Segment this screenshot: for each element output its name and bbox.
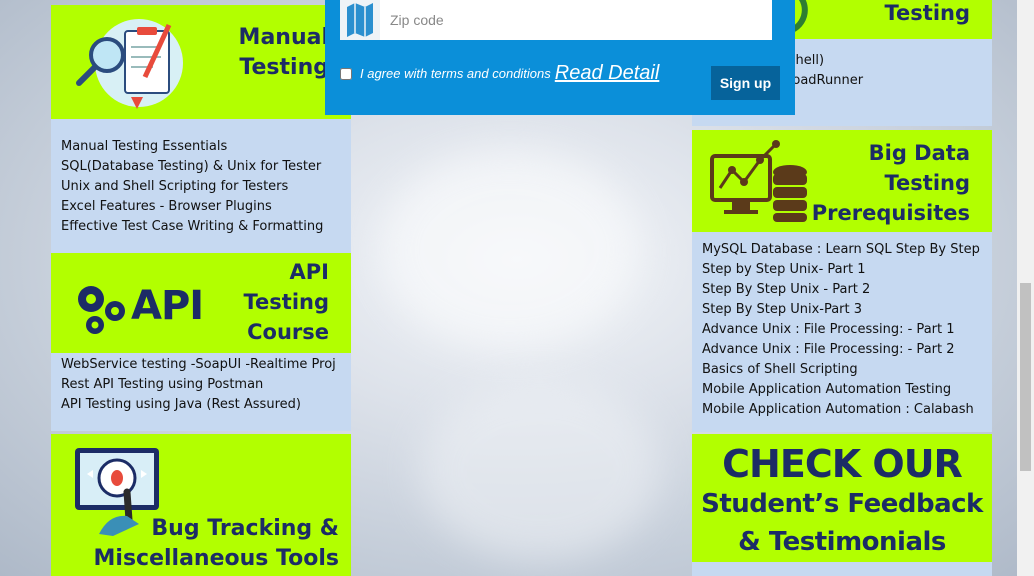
list-item[interactable]: WebService testing -SoapUI -Realtime Pro… bbox=[61, 355, 341, 375]
title-line: Bug Tracking & bbox=[151, 516, 339, 541]
big-data-list: MySQL Database : Learn SQL Step By Step … bbox=[692, 232, 992, 432]
list-item[interactable]: Mobile Application Automation Testing bbox=[702, 380, 982, 400]
performance-testing-title: Testing bbox=[884, 1, 971, 25]
manual-testing-banner[interactable]: Manual Testing bbox=[51, 5, 351, 119]
terms-label: I agree with terms and conditions bbox=[360, 66, 551, 81]
list-item[interactable]: Mobile Application Automation : Calabash bbox=[702, 400, 982, 420]
bug-tracking-title: Bug Tracking & Miscellaneous Tools bbox=[94, 514, 339, 574]
list-item[interactable]: Step by Step Unix- Part 1 bbox=[702, 260, 982, 280]
list-item[interactable]: Advance Unix : File Processing: - Part 2 bbox=[702, 340, 982, 360]
list-item[interactable]: Rest API Testing using Postman bbox=[61, 375, 341, 395]
signup-popup: I agree with terms and conditions Read D… bbox=[325, 0, 795, 115]
title-line: Prerequisites bbox=[811, 201, 970, 225]
title-line: Miscellaneous Tools bbox=[93, 546, 339, 571]
read-detail-link[interactable]: Read Detail bbox=[555, 62, 660, 85]
manual-testing-list: Manual Testing Essentials SQL(Database T… bbox=[51, 119, 351, 253]
api-testing-title: API Testing Course bbox=[244, 257, 330, 347]
api-testing-list: WebService testing -SoapUI -Realtime Pro… bbox=[51, 353, 351, 431]
title-line: Manual bbox=[238, 25, 329, 50]
feedback-list bbox=[692, 562, 992, 576]
title-line: Testing bbox=[884, 171, 971, 195]
title-line: Testing bbox=[239, 55, 329, 80]
list-item[interactable]: Unix and Shell Scripting for Testers bbox=[61, 177, 341, 197]
api-logo-text: API bbox=[131, 283, 204, 329]
list-item[interactable]: Advance Unix : File Processing: - Part 1 bbox=[702, 320, 982, 340]
terms-row: I agree with terms and conditions Read D… bbox=[340, 62, 659, 85]
page-scrollbar[interactable] bbox=[1017, 0, 1034, 576]
gears-icon bbox=[73, 279, 133, 337]
title-line: Course bbox=[247, 320, 329, 344]
big-data-title: Big Data Testing Prerequisites bbox=[812, 138, 970, 228]
background-cloud bbox=[380, 150, 640, 350]
background-cloud bbox=[420, 380, 660, 560]
list-item[interactable]: Basics of Shell Scripting bbox=[702, 360, 982, 380]
terms-checkbox[interactable] bbox=[340, 67, 352, 80]
sign-up-button[interactable]: Sign up bbox=[711, 66, 780, 100]
scrollbar-thumb[interactable] bbox=[1020, 283, 1031, 471]
list-item[interactable]: Step By Step Unix-Part 3 bbox=[702, 300, 982, 320]
feedback-line-3: & Testimonials bbox=[738, 527, 946, 557]
list-item[interactable]: Step By Step Unix - Part 2 bbox=[702, 280, 982, 300]
manual-testing-title: Manual Testing bbox=[239, 23, 329, 83]
title-line: Testing bbox=[243, 290, 330, 314]
api-testing-banner[interactable]: API API Testing Course bbox=[51, 253, 351, 353]
list-item[interactable]: MySQL Database : Learn SQL Step By Step bbox=[702, 240, 982, 260]
title-line: Big Data bbox=[868, 141, 970, 165]
feedback-line-1: CHECK OUR bbox=[722, 442, 963, 486]
magnifier-clipboard-icon bbox=[73, 17, 183, 109]
data-chart-icon bbox=[710, 140, 810, 224]
list-item[interactable]: Excel Features - Browser Plugins bbox=[61, 197, 341, 217]
list-item[interactable]: SQL(Database Testing) & Unix for Tester bbox=[61, 157, 341, 177]
map-icon bbox=[340, 0, 380, 40]
bug-tracking-banner[interactable]: Bug Tracking & Miscellaneous Tools bbox=[51, 434, 351, 576]
big-data-banner[interactable]: Big Data Testing Prerequisites bbox=[692, 130, 992, 232]
list-item[interactable]: Effective Test Case Writing & Formatting bbox=[61, 217, 341, 237]
title-line: API bbox=[289, 260, 329, 284]
feedback-banner[interactable]: CHECK OUR Student’s Feedback & Testimoni… bbox=[692, 434, 992, 562]
list-item[interactable]: Manual Testing Essentials bbox=[61, 137, 341, 157]
list-item[interactable]: API Testing using Java (Rest Assured) bbox=[61, 395, 341, 415]
zip-field-wrapper bbox=[340, 0, 772, 40]
feedback-line-2: Student’s Feedback bbox=[701, 489, 983, 519]
zip-code-input[interactable] bbox=[380, 1, 772, 39]
